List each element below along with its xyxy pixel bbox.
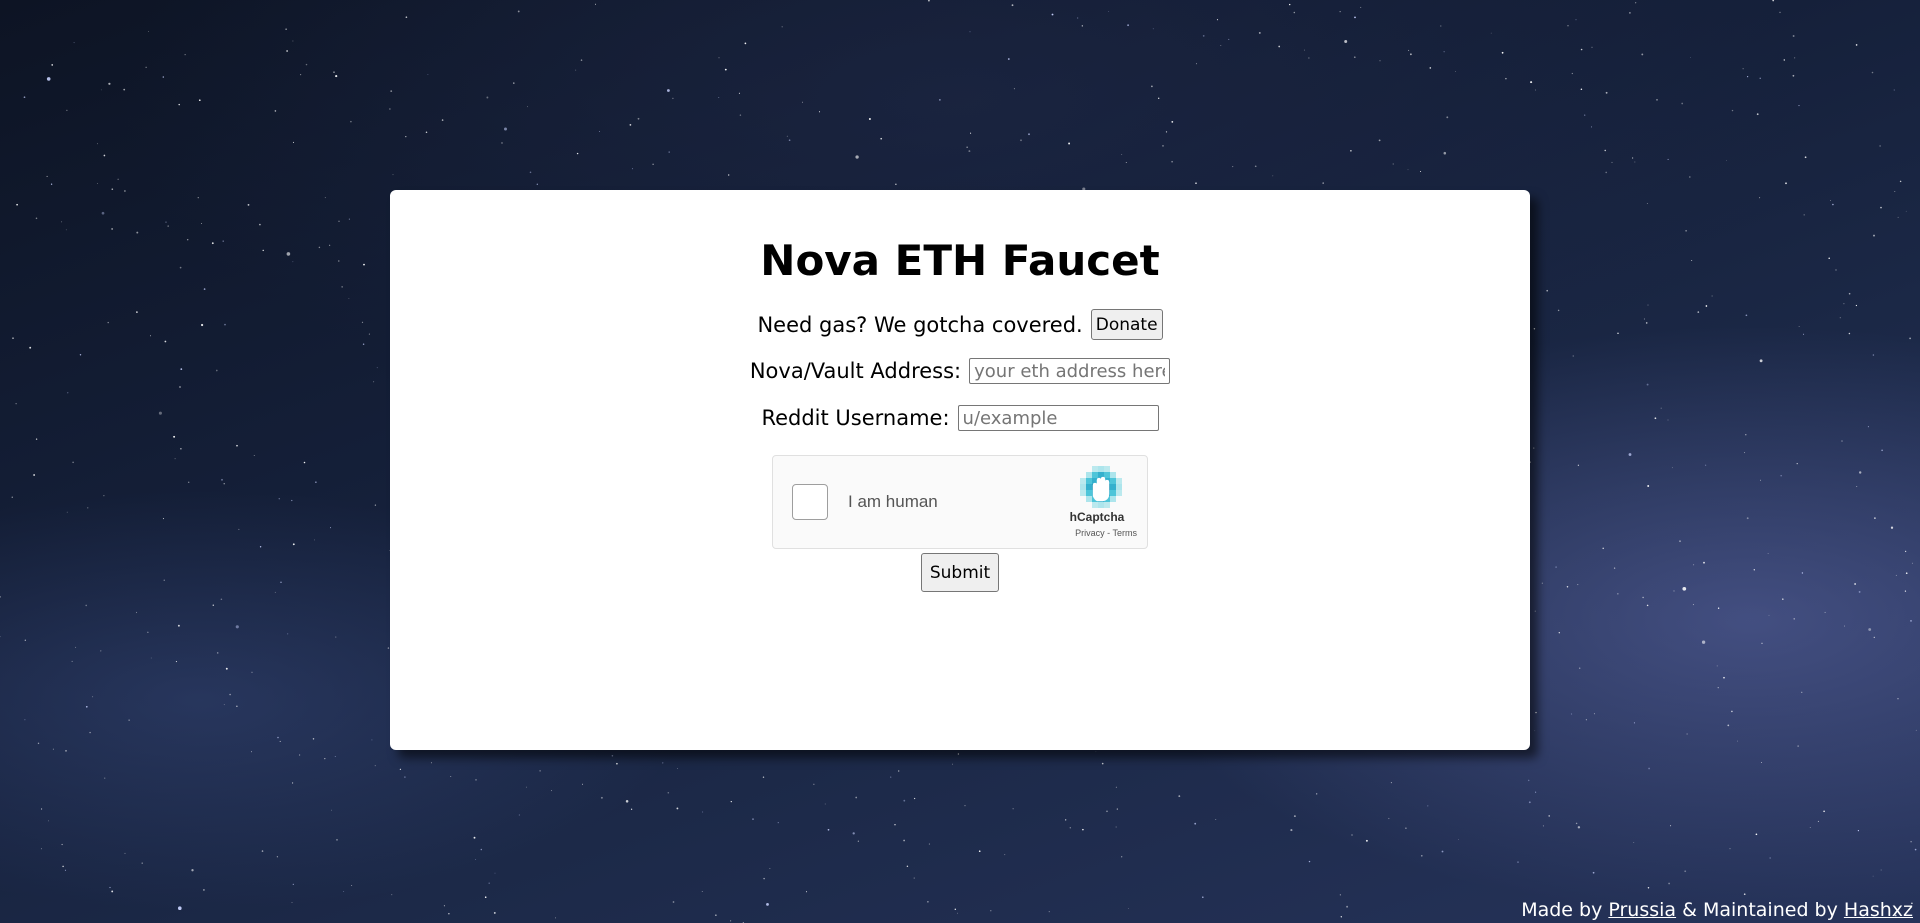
faucet-card: Nova ETH Faucet Need gas? We gotcha cove… bbox=[390, 190, 1530, 750]
captcha-links: Privacy - Terms bbox=[1075, 528, 1137, 538]
reddit-row: Reddit Username: bbox=[390, 405, 1530, 431]
address-row: Nova/Vault Address: bbox=[390, 358, 1530, 384]
captcha-privacy-link[interactable]: Privacy bbox=[1075, 528, 1105, 538]
author-link[interactable]: Prussia bbox=[1608, 899, 1676, 921]
captcha-checkbox[interactable] bbox=[792, 484, 828, 520]
donate-button[interactable]: Donate bbox=[1090, 309, 1163, 340]
address-label: Nova/Vault Address: bbox=[749, 359, 962, 383]
hcaptcha-widget: I am human hCaptcha Privacy - Terms bbox=[772, 455, 1148, 549]
footer-prefix: Made by bbox=[1521, 899, 1603, 921]
page-title: Nova ETH Faucet bbox=[760, 236, 1160, 285]
tagline-text: Need gas? We gotcha covered. bbox=[757, 312, 1083, 337]
tagline-row: Need gas? We gotcha covered. Donate bbox=[390, 309, 1530, 340]
submit-button[interactable]: Submit bbox=[920, 553, 1000, 592]
maintainer-link[interactable]: Hashxz bbox=[1844, 899, 1913, 921]
hcaptcha-hand-icon bbox=[1080, 466, 1122, 508]
address-input[interactable] bbox=[969, 358, 1171, 384]
reddit-label: Reddit Username: bbox=[761, 406, 950, 430]
footer-middle: & Maintained by bbox=[1682, 899, 1838, 921]
captcha-terms-link[interactable]: Terms bbox=[1113, 528, 1138, 538]
captcha-label: I am human bbox=[848, 492, 938, 511]
footer-credits: Made by Prussia & Maintained by Hashxz bbox=[1521, 899, 1913, 921]
captcha-brand: hCaptcha bbox=[1069, 510, 1125, 524]
reddit-username-input[interactable] bbox=[957, 405, 1159, 431]
captcha-link-separator: - bbox=[1107, 528, 1111, 538]
